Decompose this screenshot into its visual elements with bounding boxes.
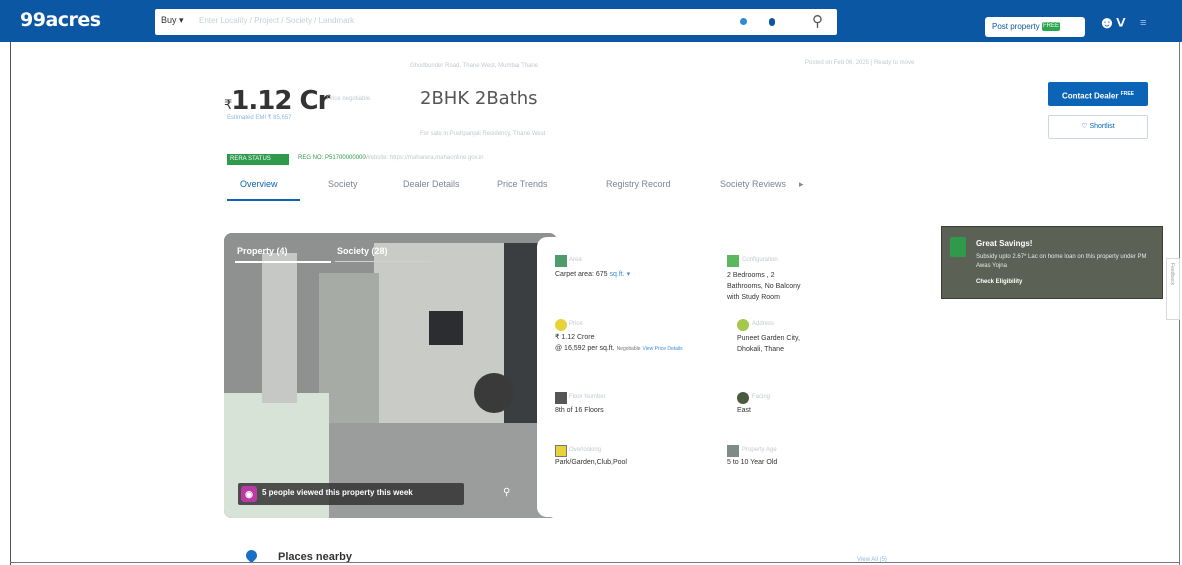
search-bar[interactable]: Buy ▾ Enter Locality / Project / Society… bbox=[155, 9, 837, 35]
gallery-tab-indicator bbox=[235, 261, 331, 263]
config-icon bbox=[727, 255, 739, 267]
gallery-tab-society[interactable]: Society (28) bbox=[337, 246, 388, 256]
price-value: ₹ 1.12 Crore bbox=[555, 334, 595, 341]
room-object bbox=[474, 373, 514, 413]
config-title: 2BHK 2Baths bbox=[420, 88, 538, 109]
tab-registry-record[interactable]: Registry Record bbox=[606, 179, 671, 189]
eye-icon: ◉ bbox=[241, 486, 257, 502]
post-property-label: Post property bbox=[992, 22, 1040, 31]
bottom-border bbox=[10, 562, 1180, 563]
menu-icon[interactable]: ≡ bbox=[1140, 17, 1146, 29]
specs-card: Area Carpet area: 675 sq.ft. ▾ Configura… bbox=[537, 237, 807, 517]
facing-label: Facing bbox=[752, 394, 771, 400]
bookmark-icon bbox=[950, 237, 966, 257]
floor-label: Floor Number bbox=[569, 394, 606, 400]
area-value: Carpet area: 675 sq.ft. ▾ bbox=[555, 270, 630, 278]
tab-overview[interactable]: Overview bbox=[240, 179, 278, 189]
area-label: Area bbox=[569, 257, 582, 263]
overlooking-icon bbox=[555, 445, 567, 457]
price-value: 1.12 Cr bbox=[231, 86, 330, 116]
contact-badge: FREE bbox=[1120, 91, 1135, 97]
gallery-tab-divider bbox=[335, 261, 431, 262]
floor-value: 8th of 16 Floors bbox=[555, 407, 604, 414]
tab-society-reviews[interactable]: Society Reviews bbox=[720, 179, 786, 189]
price-label: Price bbox=[569, 321, 583, 327]
free-badge: FREE bbox=[1042, 22, 1060, 31]
config-value: 2 Bedrooms , 2 Bathrooms, No Balcony wit… bbox=[727, 272, 801, 301]
views-text: 5 people viewed this property this week bbox=[262, 488, 413, 497]
area-icon bbox=[555, 255, 567, 267]
emi-link[interactable]: Estimated EMI ₹ 85,657 bbox=[227, 114, 292, 121]
overlooking-label: Overlooking bbox=[569, 447, 602, 453]
compass-icon bbox=[737, 392, 749, 404]
top-navbar: 99acres Buy ▾ Enter Locality / Project /… bbox=[0, 0, 1182, 42]
floor-icon bbox=[555, 392, 567, 404]
tabs-scroll-right[interactable]: ▸ bbox=[799, 179, 804, 190]
left-border bbox=[10, 42, 11, 565]
price: ₹1.12 Cr bbox=[224, 86, 330, 116]
search-icon[interactable]: ⚲ bbox=[812, 12, 823, 30]
gallery-tab-property[interactable]: Property (4) bbox=[237, 246, 288, 256]
contact-dealer-button[interactable]: Contact Dealer FREE bbox=[1048, 82, 1148, 106]
negotiable: Negotiable bbox=[616, 346, 641, 352]
age-value: 5 to 10 Year Old bbox=[727, 459, 778, 466]
age-icon bbox=[727, 445, 739, 457]
price-sub: Price negotiable bbox=[327, 96, 371, 102]
overlooking-value: Park/Garden,Club,Pool bbox=[555, 459, 627, 466]
facing-value: East bbox=[737, 407, 752, 414]
age-label: Property Age bbox=[742, 447, 777, 453]
post-property-button[interactable]: Post property FREE bbox=[985, 17, 1085, 37]
feedback-tab[interactable]: Feedback bbox=[1166, 258, 1180, 320]
rera-number: REG NO: P51700000000 bbox=[298, 155, 366, 161]
address-label: Address bbox=[752, 321, 775, 327]
logo[interactable]: 99acres bbox=[20, 9, 101, 31]
savings-title: Great Savings! bbox=[976, 239, 1033, 248]
rera-badge: RERA STATUS bbox=[227, 154, 289, 165]
config-label: Configuration bbox=[742, 257, 778, 263]
price-icon bbox=[555, 319, 567, 331]
views-banner: ◉ 5 people viewed this property this wee… bbox=[238, 483, 464, 505]
area-unit-select[interactable]: sq.ft. ▾ bbox=[610, 271, 631, 278]
property-photo[interactable]: Property (4) Society (28) ◉ 5 people vie… bbox=[224, 233, 557, 518]
location-icon[interactable] bbox=[740, 18, 747, 25]
feedback-label: Feedback bbox=[1169, 263, 1175, 285]
address-icon bbox=[737, 319, 749, 331]
user-icon[interactable]: ☻˅ bbox=[1098, 13, 1126, 33]
tab-society[interactable]: Society bbox=[328, 179, 358, 189]
search-input[interactable]: Enter Locality / Project / Society / Lan… bbox=[199, 16, 354, 25]
price-details-link[interactable]: View Price Details bbox=[642, 346, 682, 352]
zoom-icon[interactable]: ⚲ bbox=[503, 487, 510, 498]
savings-text: Subsidy upto 2.67* Lac on home loan on t… bbox=[976, 254, 1147, 269]
tab-dealer-details[interactable]: Dealer Details bbox=[403, 179, 460, 189]
price-per-text: @ 16,592 per sq.ft. bbox=[555, 345, 615, 352]
tab-price-trends[interactable]: Price Trends bbox=[497, 179, 548, 189]
posted-info: Posted on Feb 06, 2025 | Ready to move bbox=[805, 60, 915, 66]
config-sub: For sale in Pushpanjali Residency, Thane… bbox=[420, 131, 546, 137]
area-text: Carpet area: 675 bbox=[555, 271, 608, 278]
buy-select[interactable]: Buy ▾ bbox=[161, 15, 184, 26]
rera-website[interactable]: Website: https://maharera.mahaonline.gov… bbox=[365, 155, 484, 161]
contact-label: Contact Dealer bbox=[1061, 91, 1119, 101]
active-tab-indicator bbox=[227, 199, 300, 201]
room-pillar bbox=[262, 253, 297, 403]
savings-banner: Great Savings! Subsidy upto 2.67* Lac on… bbox=[941, 226, 1163, 299]
location-pin-icon bbox=[243, 547, 260, 564]
room-tv bbox=[429, 311, 463, 345]
breadcrumb: Ghodbunder Road, Thane West, Mumbai Than… bbox=[410, 63, 539, 69]
mic-icon[interactable] bbox=[769, 18, 775, 26]
price-per-sqft: @ 16,592 per sq.ft. Negotiable View Pric… bbox=[555, 345, 683, 352]
shortlist-button[interactable]: ♡ Shortlist bbox=[1048, 115, 1148, 139]
address-value: Puneet Garden City, Dhokali, Thane bbox=[737, 335, 800, 353]
check-eligibility-link[interactable]: Check Eligibility bbox=[976, 279, 1022, 285]
